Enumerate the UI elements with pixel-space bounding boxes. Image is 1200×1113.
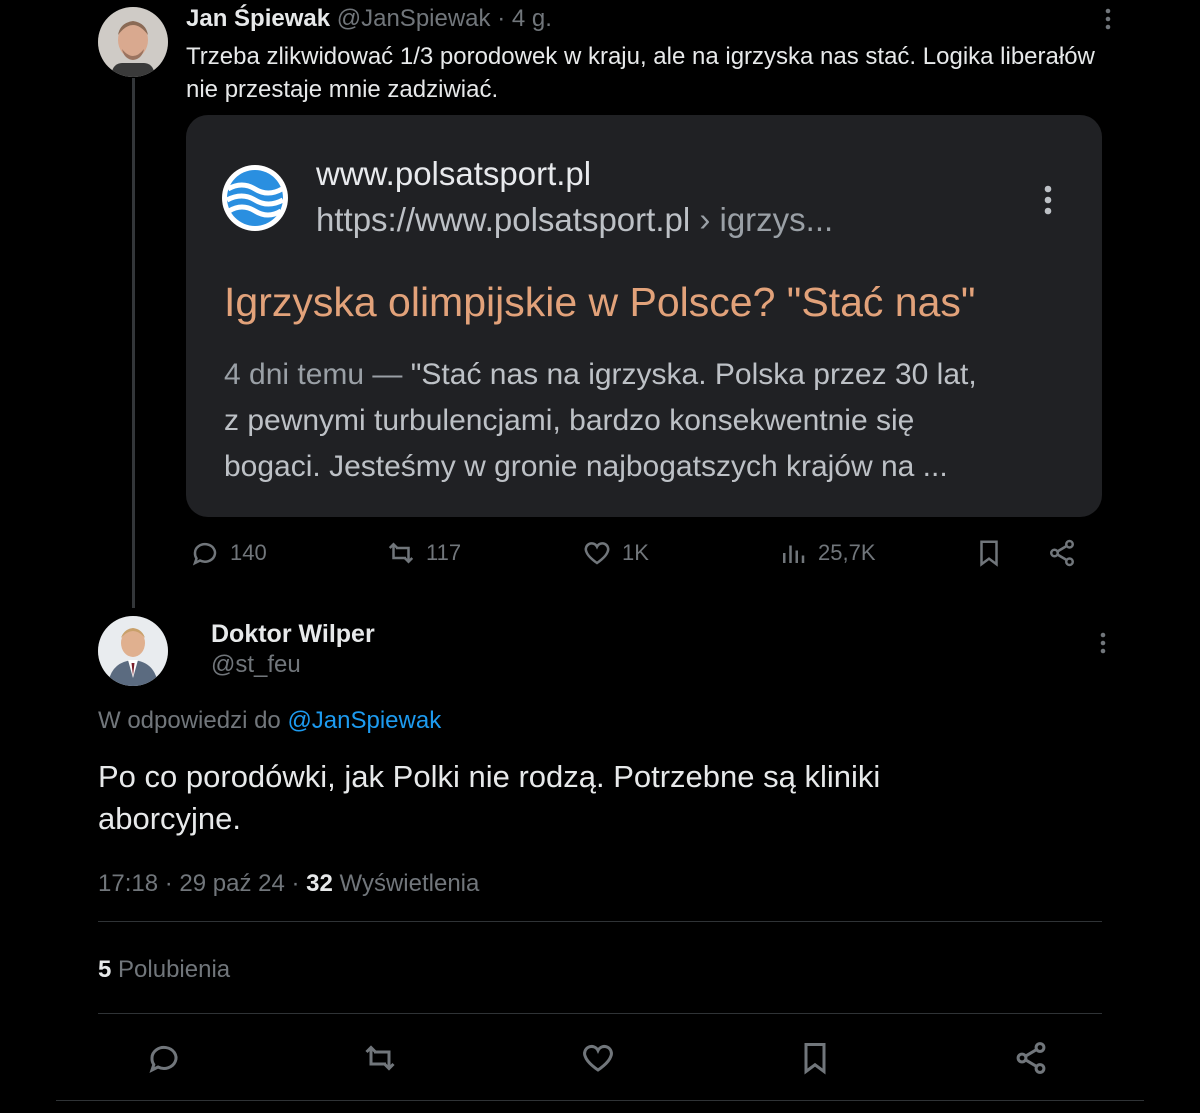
reply-views-label: Wyświetlenia bbox=[339, 870, 480, 897]
tweet-time[interactable]: · 4 g. bbox=[497, 5, 552, 32]
reply-views-count: 32 bbox=[306, 870, 333, 897]
reply-author-handle[interactable]: @st_feu bbox=[211, 651, 301, 679]
reply-author-avatar[interactable] bbox=[98, 616, 168, 686]
polsat-logo-icon bbox=[222, 165, 288, 231]
reply-tweet-share-button[interactable] bbox=[1013, 1040, 1049, 1081]
bookmark-icon bbox=[980, 540, 998, 567]
reply-button[interactable]: 140 bbox=[190, 538, 267, 568]
card-date: 4 dni temu — bbox=[224, 358, 403, 391]
reply-prefix: W odpowiedzi do bbox=[98, 707, 281, 734]
card-more-icon[interactable] bbox=[1044, 185, 1052, 220]
bookmark-icon bbox=[804, 1043, 826, 1075]
reply-tweet-bookmark-button[interactable] bbox=[797, 1040, 833, 1081]
repost-button[interactable]: 117 bbox=[386, 538, 461, 568]
card-title[interactable]: Igrzyska olimpijskie w Polsce? "Stać nas… bbox=[224, 279, 975, 326]
reply-tweet-like-button[interactable] bbox=[580, 1040, 616, 1081]
reply-tweet-reply-button[interactable] bbox=[146, 1040, 182, 1081]
bookmark-button[interactable] bbox=[974, 538, 1004, 568]
like-count: 1K bbox=[622, 540, 649, 565]
reply-more-icon[interactable] bbox=[1100, 632, 1106, 659]
reply-count: 140 bbox=[230, 540, 267, 565]
card-url: https://www.polsatsport.pl › igrzys... bbox=[316, 201, 833, 239]
author-name[interactable]: Jan Śpiewak bbox=[186, 5, 330, 32]
like-button[interactable]: 1K bbox=[582, 538, 649, 568]
reply-context: W odpowiedzi do @JanSpiewak bbox=[98, 707, 441, 735]
share-icon bbox=[1050, 539, 1074, 567]
card-site-name: www.polsatsport.pl bbox=[316, 155, 592, 192]
reply-likes-label: Polubienia bbox=[118, 956, 231, 983]
views-count: 25,7K bbox=[818, 540, 876, 565]
repost-icon bbox=[365, 1045, 395, 1071]
like-icon bbox=[584, 542, 610, 565]
reply-icon bbox=[192, 542, 217, 566]
reply-tweet-repost-button[interactable] bbox=[362, 1040, 398, 1081]
views-button[interactable]: 25,7K bbox=[778, 538, 876, 568]
like-icon bbox=[583, 1044, 613, 1072]
reply-icon bbox=[149, 1045, 178, 1073]
share-button[interactable] bbox=[1047, 538, 1077, 568]
card-snippet-line-1: "Stać nas na igrzyska. Polska przez 30 l… bbox=[410, 358, 977, 391]
divider bbox=[98, 921, 1102, 922]
divider bbox=[98, 1013, 1102, 1014]
reply-text: Po co porodówki, jak Polki nie rodzą. Po… bbox=[98, 759, 881, 836]
reply-to-link[interactable]: @JanSpiewak bbox=[287, 707, 441, 734]
share-icon bbox=[1016, 1042, 1046, 1074]
card-snippet: 4 dni temu — "Stać nas na igrzyska. Pols… bbox=[224, 352, 1084, 490]
reply-meta: 17:18 · 29 paź 24 · 32 Wyświetlenia bbox=[98, 870, 479, 898]
author-handle[interactable]: @JanSpiewak bbox=[337, 5, 491, 32]
divider bbox=[56, 1100, 1144, 1101]
card-snippet-line-2: z pewnymi turbulencjami, bardzo konsekwe… bbox=[224, 404, 915, 437]
tweet-header: Jan Śpiewak @JanSpiewak · 4 g. bbox=[186, 5, 552, 33]
thread-connector bbox=[132, 78, 135, 608]
card-url-path: › igrzys... bbox=[699, 201, 834, 238]
repost-icon bbox=[388, 542, 414, 564]
reply-likes-count: 5 bbox=[98, 956, 112, 983]
reply-likes-summary[interactable]: 5 Polubienia bbox=[98, 956, 230, 984]
tweet-text: Trzeba zlikwidować 1/3 porodowek w kraju… bbox=[186, 43, 1095, 103]
more-icon[interactable] bbox=[1100, 8, 1116, 34]
views-icon bbox=[783, 545, 805, 563]
reply-author-name[interactable]: Doktor Wilper bbox=[211, 620, 375, 649]
reply-timestamp[interactable]: 17:18 · 29 paź 24 · bbox=[98, 870, 299, 897]
repost-count: 117 bbox=[426, 540, 462, 565]
card-snippet-line-3: bogaci. Jesteśmy w gronie najbogatszych … bbox=[224, 450, 948, 483]
card-url-base: https://www.polsatsport.pl bbox=[316, 201, 691, 238]
author-avatar[interactable] bbox=[98, 7, 168, 77]
link-card[interactable]: www.polsatsport.pl https://www.polsatspo… bbox=[186, 115, 1102, 517]
